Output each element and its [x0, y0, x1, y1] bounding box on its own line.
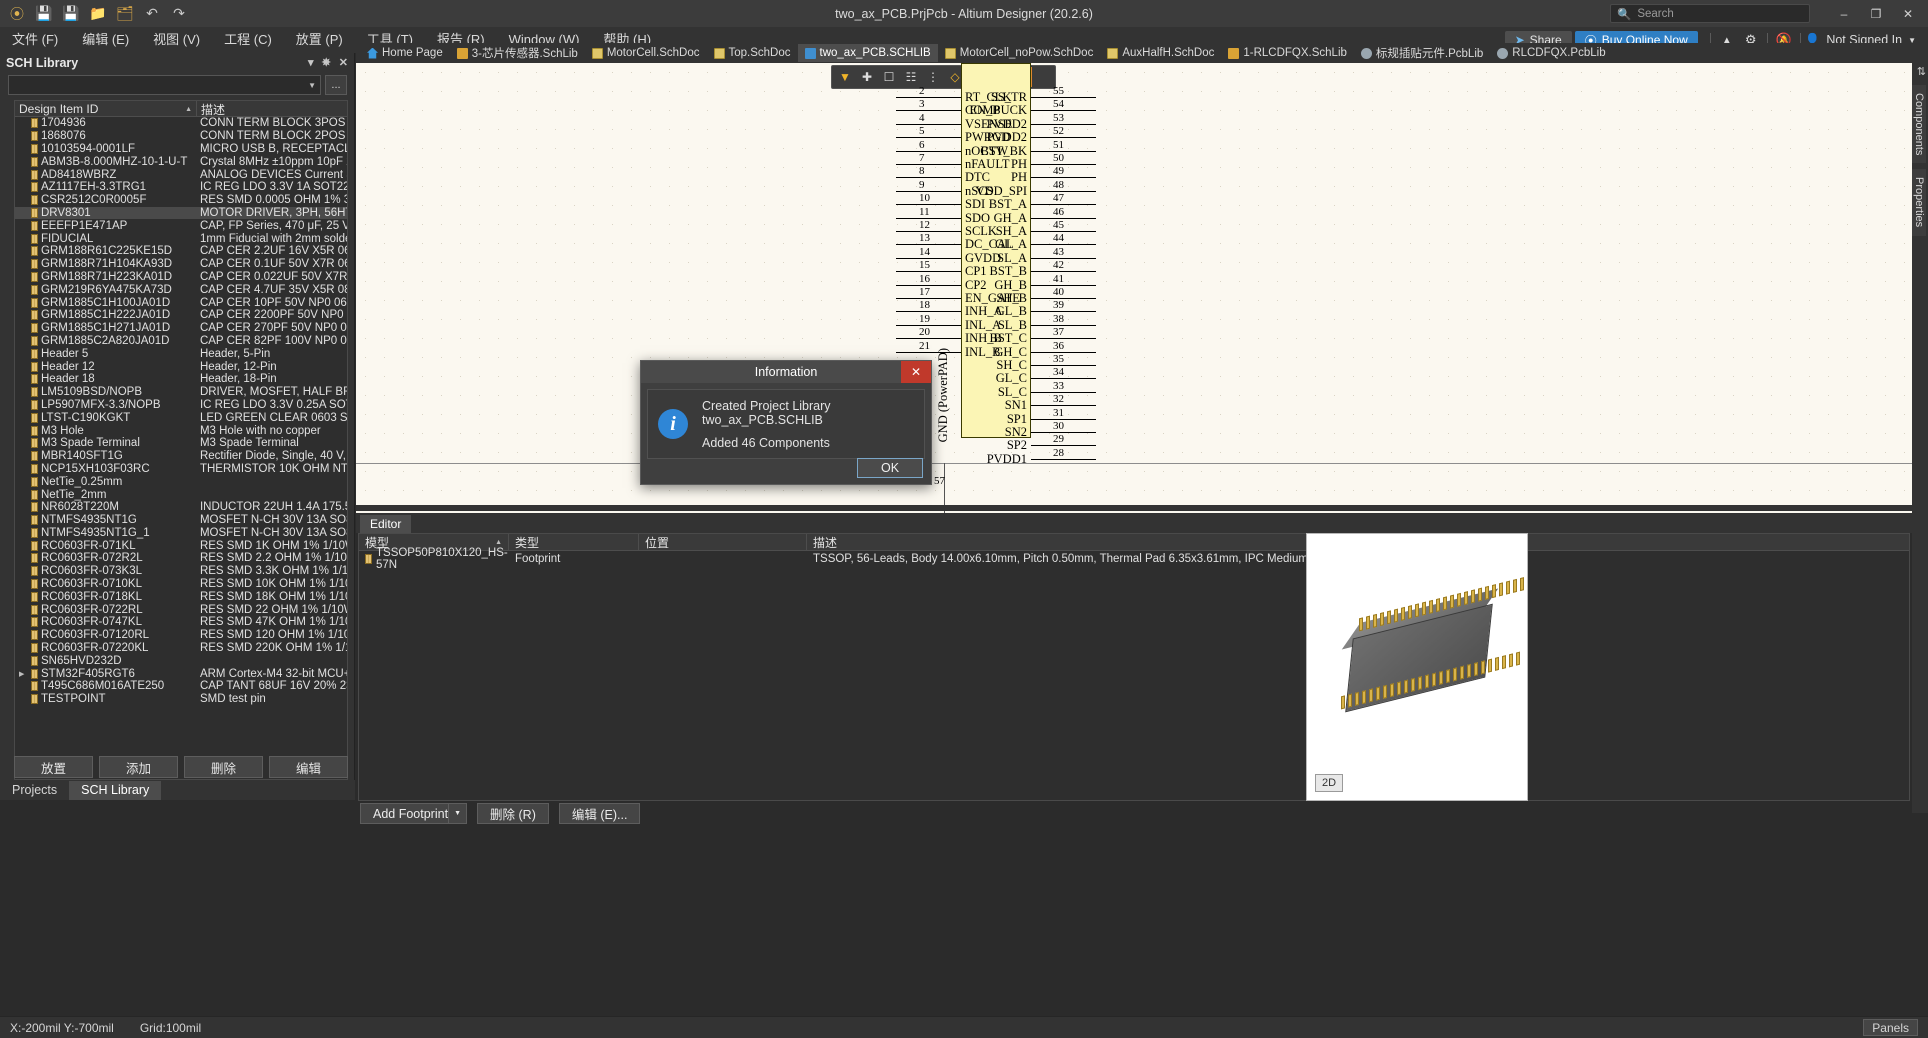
cursor-coordinates: X:-200mil Y:-700mil	[10, 1020, 114, 1035]
dialog-ok-button[interactable]: OK	[857, 458, 923, 478]
dialog-body: i Created Project Library two_ax_PCB.SCH…	[647, 389, 925, 459]
information-dialog[interactable]: Information ✕ i Created Project Library …	[640, 360, 932, 485]
dialog-title: Information	[754, 365, 818, 379]
dialog-message-line-2: Added 46 Components	[702, 435, 830, 450]
dialog-title-bar: Information ✕	[641, 361, 931, 383]
dialog-close-button[interactable]: ✕	[901, 361, 931, 383]
info-icon: i	[658, 409, 688, 439]
panels-button[interactable]: Panels	[1863, 1019, 1918, 1036]
status-bar: X:-200mil Y:-700mil Grid:100mil Panels	[0, 1016, 1928, 1038]
dialog-message-line-1: Created Project Library two_ax_PCB.SCHLI…	[702, 398, 831, 427]
modal-overlay: Information ✕ i Created Project Library …	[0, 0, 1928, 1038]
grid-size: Grid:100mil	[139, 1020, 202, 1035]
